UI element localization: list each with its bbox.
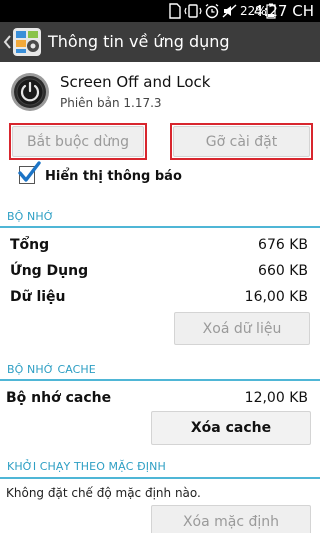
storage-data-label: Dữ liệu [10, 289, 66, 305]
clear-data-button[interactable]: Xoá dữ liệu [174, 312, 310, 345]
page-title: Thông tin về ứng dụng [48, 32, 230, 51]
app-version: Phiên bản 1.17.3 [60, 96, 162, 110]
clear-defaults-button[interactable]: Xóa mặc định [151, 505, 311, 533]
chevron-left-icon[interactable] [2, 32, 12, 52]
section-divider [0, 226, 320, 228]
status-bar: 22% 4:27 CH [0, 0, 320, 22]
storage-total-value: 676 KB [258, 237, 308, 253]
storage-data-value: 16,00 KB [244, 289, 308, 305]
cache-value: 12,00 KB [244, 390, 308, 406]
cache-section-header: BỘ NHỚ CACHE [7, 363, 96, 376]
storage-total-label: Tổng [10, 237, 50, 253]
launch-default-section-header: KHỞI CHẠY THEO MẶC ĐỊNH [7, 460, 166, 473]
mute-icon [222, 4, 237, 18]
settings-app-icon[interactable] [12, 27, 42, 57]
storage-app-value: 660 KB [258, 263, 308, 279]
force-stop-button[interactable]: Bắt buộc dừng [12, 126, 144, 157]
storage-section-header: BỘ NHỚ [7, 210, 54, 223]
app-name: Screen Off and Lock [60, 73, 211, 91]
clock: 4:27 CH [253, 2, 314, 20]
checkmark-icon [18, 161, 41, 182]
notifications-label: Hiển thị thông báo [45, 169, 182, 184]
alarm-icon [205, 3, 219, 19]
section-divider [0, 477, 320, 479]
uninstall-button[interactable]: Gỡ cài đặt [173, 126, 310, 157]
vibrate-icon [184, 4, 202, 18]
clear-cache-button[interactable]: Xóa cache [151, 411, 311, 445]
sim-icon [169, 3, 181, 19]
cache-label: Bộ nhớ cache [6, 390, 112, 406]
section-divider [0, 379, 320, 381]
power-button-icon [11, 73, 49, 111]
storage-app-label: Ứng Dụng [10, 263, 89, 279]
launch-default-description: Không đặt chế độ mặc định nào. [6, 486, 201, 500]
action-bar: Thông tin về ứng dụng [0, 22, 320, 62]
